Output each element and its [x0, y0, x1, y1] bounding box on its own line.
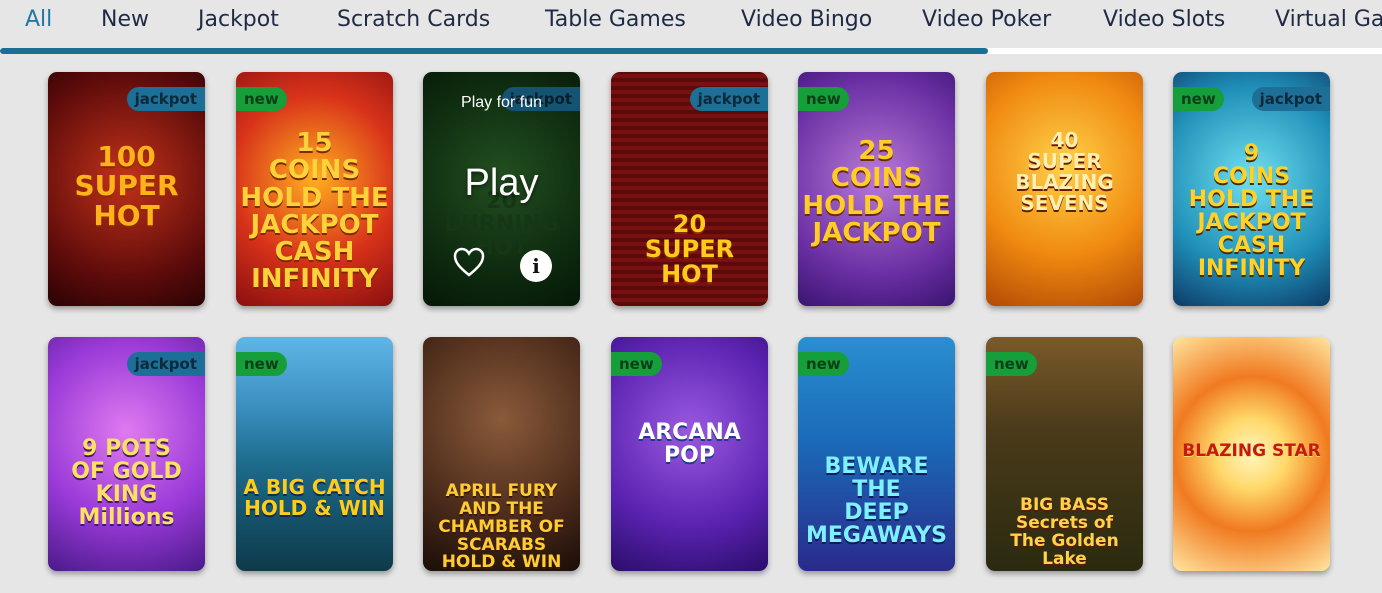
heart-icon[interactable] — [453, 247, 485, 277]
info-icon[interactable]: i — [520, 250, 552, 282]
new-badge: new — [236, 87, 287, 111]
tab-new[interactable]: New — [101, 7, 149, 32]
play-for-fun-label[interactable]: Play for fun — [423, 94, 580, 112]
tab-video-bingo[interactable]: Video Bingo — [741, 7, 872, 32]
new-badge: new — [611, 352, 662, 376]
new-badge: new — [236, 352, 287, 376]
game-title: 15 COINS HOLD THE JACKPOT CASH INFINITY — [240, 128, 389, 295]
game-title: BIG BASS Secrets of The Golden Lake — [1010, 495, 1119, 569]
game-card-25-coins[interactable]: 25 COINS HOLD THE JACKPOT new — [798, 72, 955, 306]
game-title: BEWARE THE DEEP MEGAWAYS — [806, 454, 947, 549]
jackpot-badge: jackpot — [126, 352, 205, 376]
game-card-a-big-catch[interactable]: A BIG CATCH HOLD & WIN new — [236, 337, 393, 571]
game-title: 9 COINS HOLD THE JACKPOT CASH INFINITY — [1188, 141, 1315, 282]
game-title: APRIL FURY AND THE CHAMBER OF SCARABS HO… — [438, 481, 565, 571]
tab-virtual-games[interactable]: Virtual Ga — [1275, 7, 1382, 32]
new-badge: new — [986, 352, 1037, 376]
game-title: 20 SUPER HOT — [644, 210, 735, 289]
game-card-9-pots-of-gold[interactable]: 9 POTS OF GOLD KING Millions jackpot — [48, 337, 205, 571]
game-card-40-super-blazing-sevens[interactable]: 40 SUPER BLAZING SEVENS — [986, 72, 1143, 306]
tab-jackpot[interactable]: Jackpot — [198, 7, 279, 32]
tab-all[interactable]: All — [25, 7, 52, 32]
category-tabs: All New Jackpot Scratch Cards Table Game… — [0, 0, 1382, 42]
game-card-beware-the-deep[interactable]: BEWARE THE DEEP MEGAWAYS new — [798, 337, 955, 571]
game-card-arcana-pop[interactable]: ARCANA POP new — [611, 337, 768, 571]
new-badge: new — [798, 352, 849, 376]
game-title: 40 SUPER BLAZING SEVENS — [1015, 128, 1114, 215]
game-title: 9 POTS OF GOLD KING Millions — [71, 436, 182, 531]
new-badge: new — [798, 87, 849, 111]
game-title: BLAZING STAR — [1182, 441, 1321, 461]
game-title: A BIG CATCH HOLD & WIN — [243, 475, 386, 520]
game-title: 100 SUPER HOT — [74, 140, 179, 232]
jackpot-badge: jackpot — [689, 87, 768, 111]
tab-scratch-cards[interactable]: Scratch Cards — [337, 7, 490, 32]
new-badge: new — [1173, 87, 1224, 111]
game-card-15-coins[interactable]: 15 COINS HOLD THE JACKPOT CASH INFINITY … — [236, 72, 393, 306]
tabs-scroll-thumb[interactable] — [0, 48, 988, 54]
game-card-20-burning-hot[interactable]: 20 BURNING HOT jackpot Play for fun Play… — [423, 72, 580, 306]
game-card-big-bass-secrets[interactable]: BIG BASS Secrets of The Golden Lake new — [986, 337, 1143, 571]
game-title: 25 COINS HOLD THE JACKPOT — [802, 136, 951, 248]
game-card-april-fury[interactable]: APRIL FURY AND THE CHAMBER OF SCARABS HO… — [423, 337, 580, 571]
game-card-20-super-hot[interactable]: 20 SUPER HOT jackpot — [611, 72, 768, 306]
jackpot-badge: jackpot — [1251, 87, 1330, 111]
tab-table-games[interactable]: Table Games — [545, 7, 686, 32]
play-button[interactable]: Play — [423, 162, 580, 205]
game-card-9-coins[interactable]: 9 COINS HOLD THE JACKPOT CASH INFINITY n… — [1173, 72, 1330, 306]
game-title: ARCANA POP — [638, 420, 741, 469]
tab-video-slots[interactable]: Video Slots — [1103, 7, 1225, 32]
game-card-100-super-hot[interactable]: 100 SUPER HOT jackpot — [48, 72, 205, 306]
tab-video-poker[interactable]: Video Poker — [922, 7, 1051, 32]
game-card-blazing-star[interactable]: BLAZING STAR — [1173, 337, 1330, 571]
jackpot-badge: jackpot — [126, 87, 205, 111]
